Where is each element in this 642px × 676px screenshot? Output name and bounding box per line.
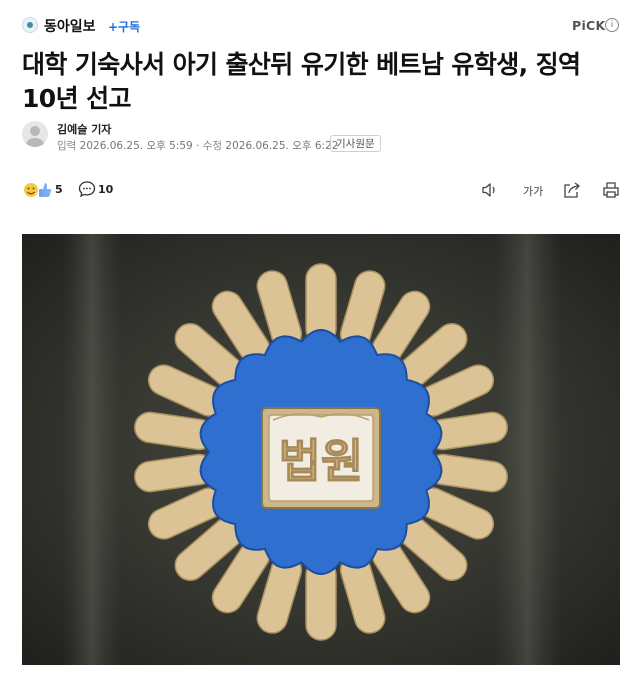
pick-badge: PiCK [572, 18, 606, 33]
court-emblem-image: 법원 [22, 234, 620, 665]
article-title: 대학 기숙사서 아기 출산뒤 유기한 베트남 유학생, 징역 10년 선고 [22, 50, 581, 113]
article-photo: 법원 [22, 234, 620, 665]
info-icon[interactable]: i [605, 18, 619, 32]
modified-date: 2026.06.25. 오후 6:22 [225, 140, 339, 152]
original-article-button[interactable]: 기사원문 [330, 135, 381, 152]
emblem-text: 법원 [279, 434, 364, 488]
reporter-name-link[interactable]: 김예슬 기자 [57, 121, 111, 137]
press-name-link[interactable]: 동아일보 [44, 16, 96, 36]
speaker-icon[interactable] [480, 180, 500, 200]
comment-count: 10 [98, 183, 114, 196]
article-dates: 입력 2026.06.25. 오후 5:59 · 수정 2026.06.25. … [57, 138, 338, 153]
date-separator: · [196, 140, 200, 152]
emotion-count: 5 [55, 183, 63, 196]
print-icon[interactable] [601, 180, 621, 200]
emotion-reaction-icon[interactable] [22, 180, 52, 200]
comment-icon[interactable] [78, 180, 96, 198]
published-date: 2026.06.25. 오후 5:59 [79, 140, 193, 152]
published-label: 입력 [57, 140, 77, 152]
subscribe-button[interactable]: +구독 [108, 18, 140, 35]
modified-label: 수정 [202, 140, 223, 152]
press-logo-icon[interactable] [22, 17, 38, 33]
share-icon[interactable] [562, 180, 582, 200]
font-size-button[interactable]: 가가 [523, 183, 543, 199]
reporter-avatar[interactable] [22, 121, 48, 147]
